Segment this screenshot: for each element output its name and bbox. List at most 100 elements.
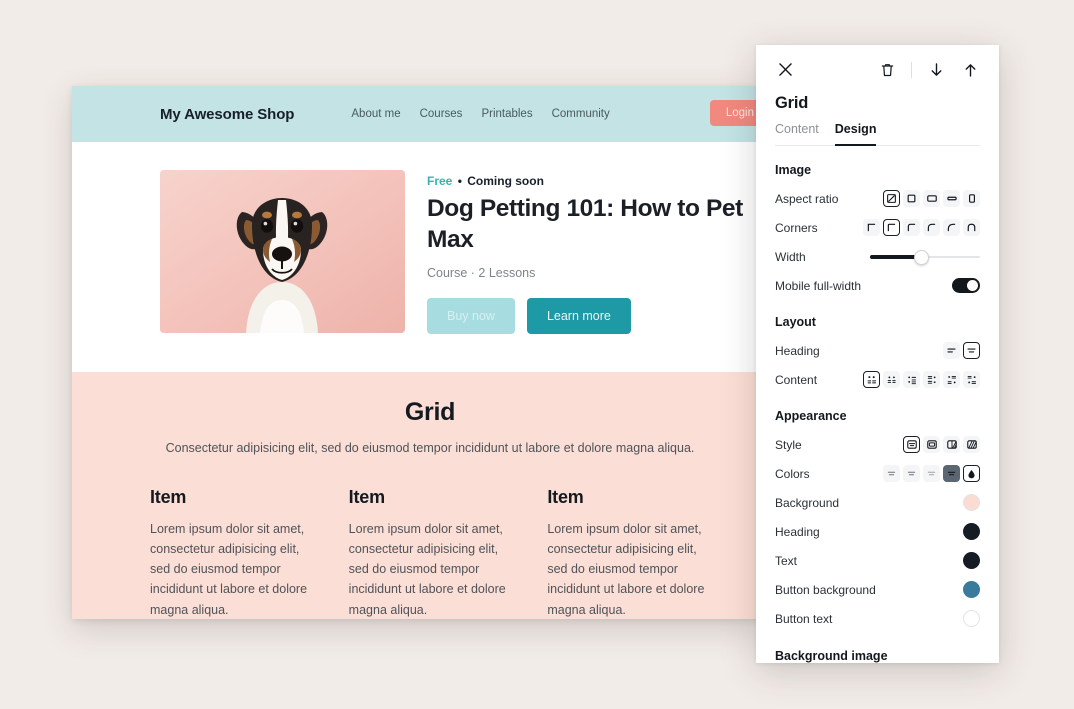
- colors-label: Colors: [775, 466, 810, 481]
- content-layout-option-3[interactable]: [923, 371, 940, 388]
- colors-options: [883, 465, 980, 482]
- swatch-label-background: Background: [775, 495, 840, 510]
- color-swatch-button-text[interactable]: [963, 610, 980, 627]
- corner-option-0[interactable]: [863, 219, 880, 236]
- droplet-icon[interactable]: [963, 465, 980, 482]
- corner-option-3[interactable]: [923, 219, 940, 236]
- color-scheme-option-2[interactable]: [923, 465, 940, 482]
- swatch-row-text: Text: [775, 548, 980, 573]
- website-preview: My Awesome Shop About me Courses Printab…: [72, 86, 762, 619]
- swatch-label-button-background: Button background: [775, 582, 876, 597]
- design-settings-panel: Grid Content Design Image Aspect ratio C…: [756, 45, 999, 663]
- grid-item-title: Item: [547, 486, 584, 507]
- style-option-0[interactable]: [903, 436, 920, 453]
- trash-icon[interactable]: [877, 60, 897, 80]
- corner-option-1[interactable]: [883, 219, 900, 236]
- heading-layout-options: [943, 342, 980, 359]
- course-buttons: Buy now Learn more: [427, 297, 762, 334]
- swatch-row-button-text: Button text: [775, 606, 980, 631]
- content-layout-option-0[interactable]: [863, 371, 880, 388]
- color-scheme-option-0[interactable]: [883, 465, 900, 482]
- swatch-label-heading: Heading: [775, 524, 820, 539]
- content-layout-option-1[interactable]: [883, 371, 900, 388]
- style-option-1[interactable]: [923, 436, 940, 453]
- content-layout-option-5[interactable]: [963, 371, 980, 388]
- swatch-label-button-text: Button text: [775, 611, 833, 626]
- close-icon[interactable]: [775, 60, 795, 80]
- arrow-up-icon[interactable]: [960, 60, 980, 80]
- grid-item: Item Lorem ipsum dolor sit amet, consect…: [349, 487, 512, 619]
- grid-item-body: Lorem ipsum dolor sit amet, consectetur …: [150, 521, 308, 617]
- swatch-row-heading: Heading: [775, 519, 980, 544]
- width-slider[interactable]: [870, 249, 980, 265]
- color-swatch-background[interactable]: [963, 494, 980, 511]
- login-button[interactable]: Login: [709, 100, 762, 126]
- color-scheme-option-3[interactable]: [943, 465, 960, 482]
- aspect-ratio-option-landscape[interactable]: [923, 190, 940, 207]
- course-card: Free • Coming soon Dog Petting 101: How …: [72, 142, 762, 372]
- mobile-full-width-toggle[interactable]: [952, 278, 980, 293]
- mobile-full-width-label: Mobile full-width: [775, 278, 862, 293]
- grid-item: Item Lorem ipsum dolor sit amet, consect…: [150, 487, 313, 619]
- color-swatch-button-background[interactable]: [963, 581, 980, 598]
- heading-align-option-1[interactable]: [963, 342, 980, 359]
- panel-title: Grid: [775, 94, 809, 112]
- nav-link-printables[interactable]: Printables: [481, 108, 532, 120]
- corner-option-pill[interactable]: [963, 219, 980, 236]
- color-swatch-heading[interactable]: [963, 523, 980, 540]
- site-brand: My Awesome Shop: [160, 105, 295, 123]
- panel-toolbar: [775, 45, 980, 94]
- tab-content[interactable]: Content: [775, 122, 819, 145]
- slider-fill: [870, 254, 920, 259]
- aspect-ratio-option-square[interactable]: [903, 190, 920, 207]
- swatch-label-text: Text: [775, 553, 798, 568]
- nav-link-about-me[interactable]: About me: [351, 108, 400, 120]
- style-option-2[interactable]: [943, 436, 960, 453]
- style-option-3[interactable]: [963, 436, 980, 453]
- swatch-row-button-background: Button background: [775, 577, 980, 602]
- site-nav: About me Courses Printables Community: [351, 108, 609, 120]
- aspect-ratio-option-portrait[interactable]: [963, 190, 980, 207]
- learn-more-button[interactable]: Learn more: [526, 297, 631, 334]
- color-scheme-option-1[interactable]: [903, 465, 920, 482]
- content-layout-option-4[interactable]: [943, 371, 960, 388]
- colors-row: Colors: [775, 461, 980, 486]
- color-swatch-text[interactable]: [963, 552, 980, 569]
- nav-link-courses[interactable]: Courses: [420, 108, 463, 120]
- badge-status: Coming soon: [467, 174, 544, 188]
- aspect-ratio-label: Aspect ratio: [775, 191, 839, 206]
- slider-handle[interactable]: [913, 249, 929, 265]
- mobile-full-width-row: Mobile full-width: [775, 273, 980, 298]
- corner-option-4[interactable]: [943, 219, 960, 236]
- buy-now-button[interactable]: Buy now: [427, 297, 515, 334]
- style-row: Style: [775, 432, 980, 457]
- grid-columns: Item Lorem ipsum dolor sit amet, consect…: [150, 487, 710, 619]
- corners-options: [863, 219, 980, 236]
- site-header: My Awesome Shop About me Courses Printab…: [72, 86, 762, 142]
- course-image[interactable]: [160, 170, 405, 333]
- content-layout-label: Content: [775, 372, 818, 387]
- width-row: Width: [775, 244, 980, 269]
- swatch-row-background: Background: [775, 490, 980, 515]
- arrow-down-icon[interactable]: [926, 60, 946, 80]
- style-options: [903, 436, 980, 453]
- toolbar-divider: [911, 61, 912, 78]
- aspect-ratio-option-original[interactable]: [883, 190, 900, 207]
- grid-heading: Grid: [404, 397, 456, 426]
- aspect-ratio-options: [883, 190, 980, 207]
- corners-row: Corners: [775, 215, 980, 240]
- corner-option-2[interactable]: [903, 219, 920, 236]
- badge-free: Free: [427, 174, 453, 188]
- width-label: Width: [775, 249, 806, 264]
- nav-link-community[interactable]: Community: [552, 108, 610, 120]
- heading-align-option-0[interactable]: [943, 342, 960, 359]
- content-layout-row: Content: [775, 367, 980, 392]
- aspect-ratio-option-wide[interactable]: [943, 190, 960, 207]
- course-info: Free • Coming soon Dog Petting 101: How …: [427, 170, 762, 334]
- grid-section[interactable]: Grid Consectetur adipisicing elit, sed d…: [72, 371, 762, 619]
- heading-layout-label: Heading: [775, 343, 820, 358]
- tab-design[interactable]: Design: [834, 122, 876, 146]
- section-title-appearance: Appearance: [775, 409, 847, 423]
- content-layout-option-2[interactable]: [903, 371, 920, 388]
- badge-separator: •: [457, 174, 462, 188]
